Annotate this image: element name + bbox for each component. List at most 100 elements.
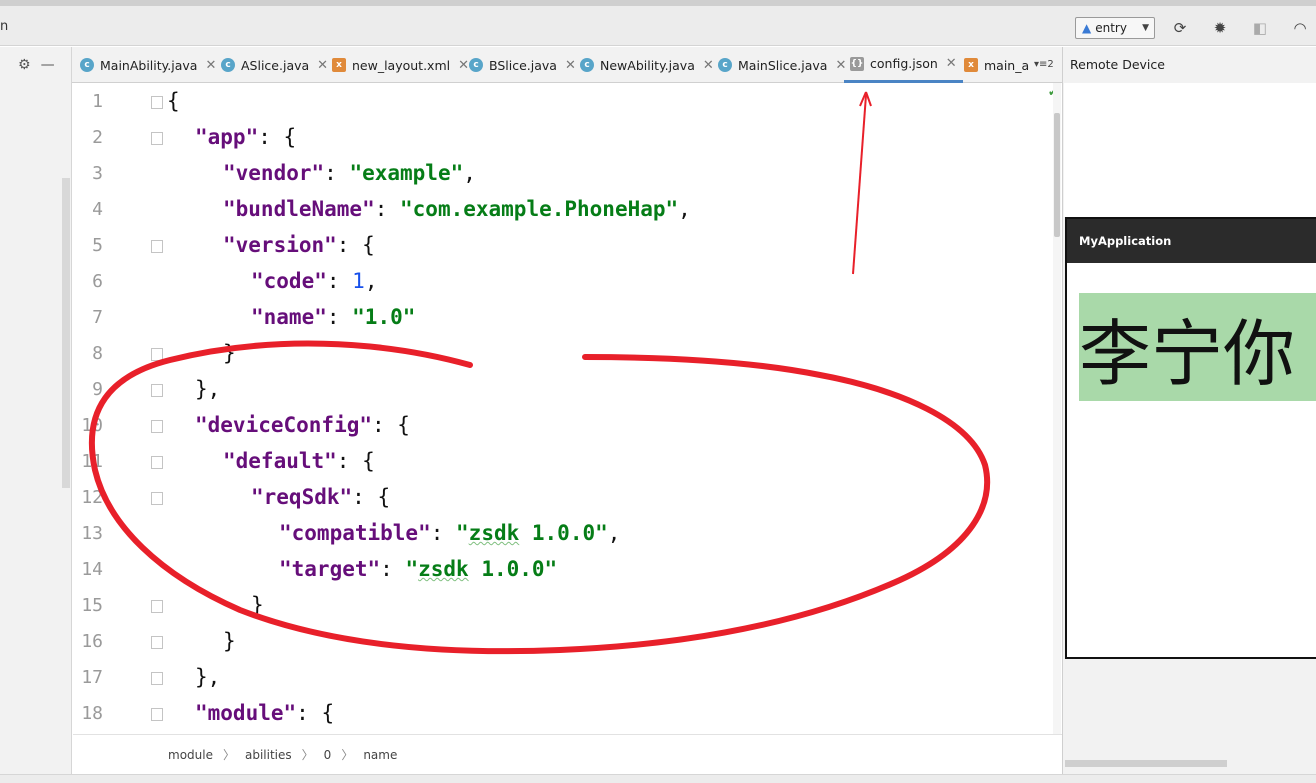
module-icon: ▲	[1082, 21, 1092, 35]
json-file-icon: {}	[850, 56, 864, 71]
line-number: 12	[81, 487, 103, 508]
breadcrumb-item[interactable]: name	[363, 748, 397, 762]
code-text: "default": {	[223, 449, 375, 473]
minimize-icon[interactable]: —	[41, 57, 55, 73]
fold-marker-icon[interactable]	[151, 132, 163, 145]
code-line: 1 {	[73, 85, 1062, 121]
tab-config-json[interactable]: {} config.json ✕	[844, 47, 963, 83]
line-number: 9	[92, 379, 103, 400]
line-number: 11	[81, 451, 103, 472]
code-line: 5 "version": {	[73, 229, 1062, 265]
close-icon[interactable]: ✕	[703, 58, 714, 73]
refresh-icon[interactable]: ⟳	[1170, 18, 1190, 38]
java-class-icon: c	[718, 58, 732, 72]
breadcrumb-item[interactable]: abilities	[245, 748, 292, 762]
ide-window: n ▲ entry ▼ ⟳ ✹ ◧ ◠ ⚙ — c MainAbility.ja…	[0, 0, 1316, 783]
close-icon[interactable]: ✕	[458, 58, 469, 73]
remote-device-title: Remote Device	[1070, 57, 1165, 72]
tab-mainability-java[interactable]: c MainAbility.java ✕	[80, 47, 216, 83]
fold-marker-icon[interactable]	[151, 420, 163, 433]
code-text: "vendor": "example",	[223, 161, 476, 185]
project-panel-scrollbar[interactable]	[62, 178, 70, 488]
code-text: "module": {	[195, 701, 335, 725]
code-text: },	[195, 377, 221, 401]
code-line: 7 "name": "1.0"	[73, 301, 1062, 337]
run-config-select[interactable]: ▲ entry ▼	[1075, 17, 1155, 39]
tab-aslice-java[interactable]: c ASlice.java ✕	[221, 47, 328, 83]
tab-label: NewAbility.java	[600, 57, 695, 73]
tab-label: main_a	[984, 57, 1030, 73]
chevron-right-icon: 〉	[341, 748, 354, 762]
tab-label: new_layout.xml	[352, 57, 451, 73]
profiler-icon[interactable]: ◠	[1290, 18, 1310, 38]
fold-marker-icon[interactable]	[151, 240, 163, 253]
tab-mainslice-java[interactable]: c MainSlice.java ✕	[718, 47, 846, 83]
line-number: 16	[81, 631, 103, 652]
xml-file-icon: x	[964, 58, 978, 72]
tab-overflow-button[interactable]: ▾≡2	[1034, 59, 1054, 70]
device-screen[interactable]: MyApplication 李宁你	[1065, 217, 1316, 659]
gear-icon[interactable]: ⚙	[18, 57, 31, 73]
close-icon[interactable]: ✕	[946, 56, 957, 71]
fold-marker-icon[interactable]	[151, 600, 163, 613]
java-class-icon: c	[580, 58, 594, 72]
tab-bslice-java[interactable]: c BSlice.java ✕	[469, 47, 576, 83]
close-icon[interactable]: ✕	[205, 58, 216, 73]
line-number: 18	[81, 703, 103, 724]
line-number: 2	[92, 127, 103, 148]
code-line: 10 "deviceConfig": {	[73, 409, 1062, 445]
code-text: "compatible": "zsdk 1.0.0",	[279, 521, 621, 545]
status-bar	[0, 774, 1316, 783]
remote-device-scrollbar[interactable]	[1065, 760, 1227, 767]
device-app-bar: MyApplication	[1067, 219, 1316, 263]
code-line: 13 "compatible": "zsdk 1.0.0",	[73, 517, 1062, 553]
chevron-down-icon: ▼	[1142, 23, 1149, 33]
editor-tab-bar: ⚙ — c MainAbility.java ✕ c ASlice.java ✕…	[0, 47, 1062, 83]
tab-main-a[interactable]: x main_a	[964, 47, 1029, 83]
tab-label: BSlice.java	[489, 57, 557, 73]
close-icon[interactable]: ✕	[565, 58, 576, 73]
chevron-right-icon: 〉	[222, 748, 235, 762]
fold-marker-icon[interactable]	[151, 348, 163, 361]
code-line: 15 }	[73, 589, 1062, 625]
code-text: "reqSdk": {	[251, 485, 391, 509]
fold-marker-icon[interactable]	[151, 672, 163, 685]
code-line: 3 "vendor": "example",	[73, 157, 1062, 193]
fold-marker-icon[interactable]	[151, 708, 163, 721]
code-line: 11 "default": {	[73, 445, 1062, 481]
code-text: }	[251, 593, 264, 617]
code-text: "version": {	[223, 233, 375, 257]
code-text: "bundleName": "com.example.PhoneHap",	[223, 197, 691, 221]
fold-marker-icon[interactable]	[151, 492, 163, 505]
fold-marker-icon[interactable]	[151, 96, 163, 109]
line-number: 14	[81, 559, 103, 580]
code-text: "target": "zsdk 1.0.0"	[279, 557, 558, 581]
breadcrumb: module 〉 abilities 〉 0 〉 name	[73, 734, 1062, 774]
code-line: 8 }	[73, 337, 1062, 373]
tab-label: ASlice.java	[241, 57, 310, 73]
line-number: 4	[92, 199, 103, 220]
tab-new-layout-xml[interactable]: x new_layout.xml ✕	[332, 47, 469, 83]
code-text: {	[167, 89, 180, 113]
code-line: 2 "app": {	[73, 121, 1062, 157]
tab-label: config.json	[870, 56, 938, 71]
debug-bug-icon[interactable]: ✹	[1210, 18, 1230, 38]
fold-marker-icon[interactable]	[151, 384, 163, 397]
close-icon[interactable]: ✕	[317, 58, 328, 73]
code-line: 18 "module": {	[73, 697, 1062, 733]
breadcrumb-item[interactable]: 0	[324, 748, 332, 762]
code-text: }	[223, 629, 236, 653]
tab-label: MainAbility.java	[100, 57, 198, 73]
line-number: 3	[92, 163, 103, 184]
line-number: 1	[92, 91, 103, 112]
code-text: "name": "1.0"	[251, 305, 416, 329]
java-class-icon: c	[469, 58, 483, 72]
attach-icon[interactable]: ◧	[1250, 18, 1270, 38]
code-line: 4 "bundleName": "com.example.PhoneHap",	[73, 193, 1062, 229]
device-text-component[interactable]: 李宁你	[1079, 293, 1316, 401]
tab-newability-java[interactable]: c NewAbility.java ✕	[580, 47, 714, 83]
breadcrumb-item[interactable]: module	[168, 748, 213, 762]
fold-marker-icon[interactable]	[151, 456, 163, 469]
fold-marker-icon[interactable]	[151, 636, 163, 649]
code-editor[interactable]: ✔ 1 { 2 "app": { 3 "vendor": "example", …	[73, 83, 1062, 734]
